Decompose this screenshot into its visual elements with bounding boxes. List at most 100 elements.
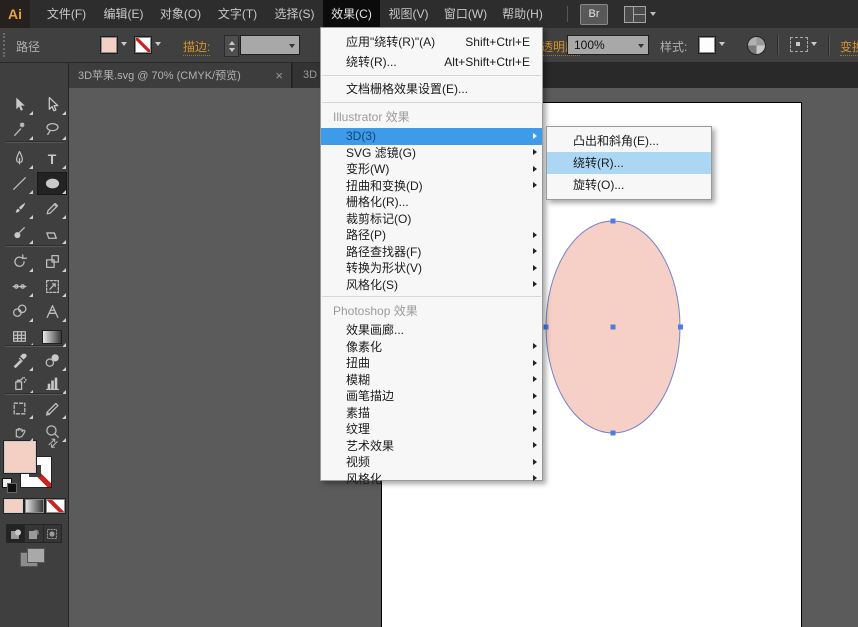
- menubar-item-6[interactable]: 效果(C): [323, 0, 380, 28]
- select-similar-dropdown-icon[interactable]: [811, 42, 817, 46]
- selection-tool-button[interactable]: [4, 93, 34, 116]
- magic-wand-tool-button[interactable]: [4, 118, 34, 141]
- menubar-item-1[interactable]: 文件(F): [38, 0, 95, 28]
- menubar-item-3[interactable]: 对象(O): [152, 0, 209, 28]
- direct-selection-tool-button[interactable]: [37, 93, 67, 116]
- menubar-item-8[interactable]: 窗口(W): [437, 0, 494, 28]
- fill-indicator-swatch[interactable]: [3, 440, 37, 474]
- type-tool-button[interactable]: T: [37, 147, 67, 170]
- workspace-switcher-button[interactable]: [624, 6, 656, 23]
- menu-separator: [322, 75, 541, 76]
- transform-link[interactable]: 变换: [840, 38, 858, 56]
- handle-right[interactable]: [678, 325, 683, 330]
- stroke-weight-stepper[interactable]: [224, 35, 239, 57]
- color-button[interactable]: [3, 498, 24, 514]
- isolate-selection-icon[interactable]: [790, 37, 808, 52]
- hand-tool-button[interactable]: [4, 420, 34, 443]
- menu-item-rasterize[interactable]: 栅格化(R)...: [321, 194, 542, 211]
- opacity-dropdown[interactable]: 100%: [567, 35, 649, 55]
- stroke-weight-link[interactable]: 描边:: [183, 38, 210, 56]
- blend-tool-button[interactable]: [37, 349, 67, 372]
- rotate-tool-button[interactable]: [4, 250, 34, 273]
- bridge-button[interactable]: Br: [580, 4, 608, 25]
- blob-brush-tool-button[interactable]: [4, 222, 34, 245]
- artboard-tool-button[interactable]: [4, 397, 34, 420]
- perspective-grid-tool-button[interactable]: [37, 300, 67, 323]
- eraser-tool-button[interactable]: [37, 222, 67, 245]
- fill-color-swatch[interactable]: [100, 36, 118, 54]
- menu-item-convert-to-shape[interactable]: 转换为形状(V): [321, 260, 542, 277]
- zoom-tool-button[interactable]: [37, 420, 67, 443]
- ellipse-icon: [44, 175, 61, 192]
- stroke-weight-dropdown[interactable]: [240, 35, 300, 55]
- menu-item-artistic[interactable]: 艺术效果: [321, 438, 542, 455]
- menu-item-stylize-ai[interactable]: 风格化(S): [321, 277, 542, 294]
- menu-item-video[interactable]: 视频: [321, 454, 542, 471]
- panel-grip[interactable]: [3, 33, 8, 57]
- menu-item-3d[interactable]: 3D(3): [321, 128, 542, 145]
- line-segment-tool-button[interactable]: [4, 172, 34, 195]
- paintbrush-tool-button[interactable]: [4, 197, 34, 220]
- menu-item-brush-strokes[interactable]: 画笔描边: [321, 388, 542, 405]
- menu-item-effect-gallery[interactable]: 效果画廊...: [321, 322, 542, 339]
- menubar-item-7[interactable]: 视图(V): [380, 0, 437, 28]
- handle-center[interactable]: [611, 325, 616, 330]
- handle-top[interactable]: [611, 219, 616, 224]
- default-fill-stroke-icon[interactable]: [2, 478, 16, 492]
- menu-item-sketch[interactable]: 素描: [321, 405, 542, 422]
- submenu-item-revolve[interactable]: 绕转(R)...: [547, 152, 711, 174]
- menu-item-stylize-ps[interactable]: 风格化: [321, 471, 542, 488]
- menu-item-texture[interactable]: 纹理: [321, 421, 542, 438]
- pencil-tool-button[interactable]: [37, 197, 67, 220]
- menubar-item-9[interactable]: 帮助(H): [494, 0, 551, 28]
- menu-item-path[interactable]: 路径(P): [321, 227, 542, 244]
- stroke-dropdown-icon[interactable]: [155, 42, 161, 46]
- draw-behind-button[interactable]: [25, 524, 43, 543]
- draw-inside-button[interactable]: [44, 524, 62, 543]
- ellipse-tool-button[interactable]: [37, 172, 67, 195]
- menu-item-crop-marks[interactable]: 裁剪标记(O): [321, 211, 542, 228]
- menu-item-revolve-dialog[interactable]: 绕转(R)...Alt+Shift+Ctrl+E: [321, 52, 542, 72]
- menu-item-pixelate[interactable]: 像素化: [321, 339, 542, 356]
- scale-tool-button[interactable]: [37, 250, 67, 273]
- menubar-item-2[interactable]: 编辑(E): [95, 0, 152, 28]
- chevron-down-icon: [289, 44, 295, 48]
- pen-tool-button[interactable]: [4, 147, 34, 170]
- lasso-tool-button[interactable]: [37, 118, 67, 141]
- handle-left[interactable]: [544, 325, 549, 330]
- menu-item-pathfinder[interactable]: 路径查找器(F): [321, 244, 542, 261]
- recolor-artwork-icon[interactable]: [747, 36, 766, 55]
- menu-item-svg-filters[interactable]: SVG 滤镜(G): [321, 145, 542, 162]
- shape-builder-tool-button[interactable]: [4, 300, 34, 323]
- free-transform-tool-button[interactable]: [37, 275, 67, 298]
- menu-item-document-raster-effects[interactable]: 文档栅格效果设置(E)...: [321, 79, 542, 99]
- symbol-sprayer-tool-button[interactable]: [4, 372, 34, 395]
- close-tab-icon[interactable]: ×: [275, 69, 283, 82]
- fill-dropdown-icon[interactable]: [121, 42, 127, 46]
- slice-tool-button[interactable]: [37, 397, 67, 420]
- selected-ellipse-shape[interactable]: [541, 216, 686, 440]
- submenu-item-rotate[interactable]: 旋转(O)...: [547, 174, 711, 196]
- style-label: 样式:: [660, 38, 687, 55]
- menu-item-blur[interactable]: 模糊: [321, 372, 542, 389]
- none-button[interactable]: [45, 498, 66, 514]
- style-swatch[interactable]: [698, 36, 716, 54]
- submenu-item-extrude-bevel[interactable]: 凸出和斜角(E)...: [547, 130, 711, 152]
- column-graph-tool-button[interactable]: [37, 372, 67, 395]
- menu-item-distort-ps[interactable]: 扭曲: [321, 355, 542, 372]
- menubar-item-5[interactable]: 选择(S): [266, 0, 323, 28]
- screen-mode-button[interactable]: [20, 548, 46, 568]
- style-dropdown-icon[interactable]: [719, 42, 725, 46]
- handle-bottom[interactable]: [611, 431, 616, 436]
- menu-item-warp[interactable]: 变形(W): [321, 161, 542, 178]
- draw-normal-button[interactable]: [6, 524, 25, 543]
- gradient-button[interactable]: [24, 498, 45, 514]
- width-tool-button[interactable]: [4, 275, 34, 298]
- blend-icon: [44, 352, 61, 369]
- eyedropper-tool-button[interactable]: [4, 349, 34, 372]
- menu-item-apply-revolve[interactable]: 应用"绕转(R)"(A)Shift+Ctrl+E: [321, 32, 542, 52]
- stroke-color-swatch[interactable]: [134, 36, 152, 54]
- menubar-item-4[interactable]: 文字(T): [209, 0, 266, 28]
- document-tab-active[interactable]: 3D苹果.svg @ 70% (CMYK/预览) ×: [68, 62, 292, 88]
- menu-item-distort-transform[interactable]: 扭曲和变换(D): [321, 178, 542, 195]
